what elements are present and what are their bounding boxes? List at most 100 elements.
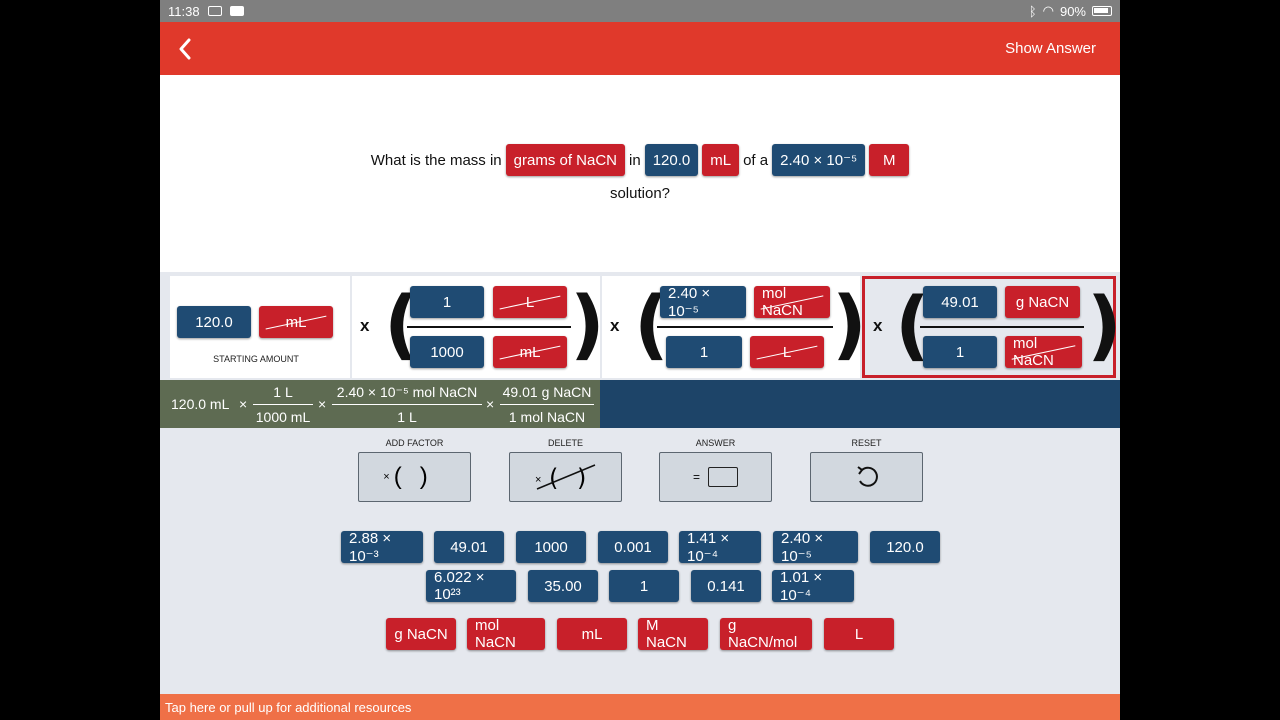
number-chip[interactable]: 1.41 × 10⁻⁴: [679, 530, 761, 565]
number-chip[interactable]: 0.001: [598, 531, 668, 563]
app-header: Show Answer: [160, 22, 1120, 75]
summary-factor-1: 1 L 1000 mL: [253, 382, 313, 427]
summary-times: ×: [486, 396, 495, 412]
battery-icon: [1092, 6, 1112, 16]
factor-2-panel: x ( 2.40 × 10⁻⁵ mol NaCN 1 L ): [602, 276, 867, 378]
close-paren: ): [1087, 280, 1120, 369]
summary-factor-3: 49.01 g NaCN 1 mol NaCN: [500, 382, 594, 427]
toolbar: ADD FACTOR × () DELETE × ( ) ANSWER = RE…: [160, 438, 1120, 508]
number-chip[interactable]: 120.0: [870, 531, 940, 563]
unit-chip[interactable]: g NaCN: [386, 618, 456, 650]
factor-2-num-unit[interactable]: mol NaCN: [754, 285, 830, 319]
number-chip[interactable]: 1000: [516, 531, 586, 563]
starting-amount-panel: 120.0 mL STARTING AMOUNT: [170, 276, 350, 378]
factor-2-num-value[interactable]: 2.40 × 10⁻⁵: [660, 285, 746, 320]
factor-3-den-unit[interactable]: mol NaCN: [1005, 335, 1082, 369]
undo-icon: [856, 466, 878, 487]
summary-f3-num: 49.01 g NaCN: [502, 384, 592, 400]
wifi-icon: ◠: [1042, 3, 1054, 18]
delete-label: DELETE: [547, 438, 583, 448]
expression-summary: 120.0 mL × 1 L 1000 mL × 2.40 × 10⁻⁵ mol…: [160, 380, 600, 428]
expression-summary-bar: 120.0 mL × 1 L 1000 mL × 2.40 × 10⁻⁵ mol…: [160, 380, 1120, 428]
app-screen: 11:38 ᛒ ◠ 90% Show Answer What is the ma…: [160, 0, 1120, 720]
multiply-sign: x: [610, 316, 620, 335]
fraction-bar: [920, 326, 1084, 328]
reset-label: RESET: [851, 438, 882, 448]
number-chip[interactable]: 1: [609, 570, 679, 602]
question-text-line2: solution?: [609, 185, 671, 202]
camera-icon: [229, 6, 244, 16]
factor-1-panel: x ( 1 L 1000 mL ): [352, 276, 605, 378]
bluetooth-icon: ᛒ: [1028, 3, 1037, 19]
question-chip-volume: 120.0: [644, 144, 699, 176]
number-chip[interactable]: 2.40 × 10⁻⁵: [773, 530, 858, 565]
factor-1-num-unit[interactable]: L: [493, 286, 567, 318]
equals-icon: =: [692, 470, 700, 484]
number-chip[interactable]: 2.88 × 10⁻³: [341, 530, 423, 565]
question-area: What is the mass in grams of NaCN in 120…: [160, 75, 1120, 272]
factor-2-den-unit[interactable]: L: [750, 336, 824, 368]
summary-f1-num: 1 L: [273, 384, 293, 400]
answer-label: ANSWER: [695, 438, 736, 448]
factor-3-num-value[interactable]: 49.01: [923, 286, 997, 318]
fraction-bar: [657, 326, 833, 328]
summary-times: ×: [318, 396, 327, 412]
number-chip[interactable]: 1.01 × 10⁻⁴: [772, 569, 854, 604]
factor-1-den-unit[interactable]: mL: [493, 336, 567, 368]
question-chip-molarity-unit: M: [869, 144, 910, 176]
factor-3-den-value[interactable]: 1: [923, 336, 997, 368]
question-text-of: of a: [743, 151, 769, 169]
answer-button[interactable]: =: [659, 452, 772, 502]
starting-unit-chip[interactable]: mL: [259, 306, 333, 338]
svg-text:(: (: [549, 464, 558, 492]
number-chip[interactable]: 49.01: [434, 531, 504, 563]
unit-chip[interactable]: mL: [557, 618, 627, 650]
number-chip[interactable]: 6.022 × 10²³: [426, 569, 516, 603]
question-line: What is the mass in grams of NaCN in 120…: [160, 144, 1120, 176]
reset-button[interactable]: [810, 452, 923, 502]
summary-f2-den: 1 L: [397, 409, 417, 425]
mail-icon: [207, 6, 222, 16]
fraction-bar: [407, 326, 571, 328]
number-chip[interactable]: 0.141: [691, 570, 761, 602]
battery-percent: 90%: [1059, 3, 1086, 19]
starting-value-chip[interactable]: 120.0: [177, 306, 251, 338]
dimensional-analysis-workspace: 120.0 mL STARTING AMOUNT x ( 1 L 1000 mL…: [160, 272, 1120, 380]
question-text-prefix: What is the mass in: [370, 151, 502, 169]
svg-text:): ): [577, 464, 586, 492]
summary-times: ×: [239, 396, 248, 412]
factor-1-num-value[interactable]: 1: [410, 286, 484, 318]
unit-chip[interactable]: M NaCN: [638, 617, 708, 651]
status-bar: 11:38 ᛒ ◠ 90%: [160, 0, 1120, 22]
delete-button[interactable]: × ( ): [509, 452, 622, 502]
factor-3-num-unit[interactable]: g NaCN: [1005, 286, 1080, 318]
multiply-sign: x: [360, 316, 370, 335]
question-chip-volume-unit: mL: [702, 144, 740, 176]
unit-chip[interactable]: L: [824, 618, 894, 650]
close-paren: ): [570, 279, 605, 368]
question-chip-molarity: 2.40 × 10⁻⁵: [772, 144, 866, 176]
back-chevron-icon: [179, 38, 191, 59]
summary-f3-den: 1 mol NaCN: [508, 409, 586, 425]
unit-chip[interactable]: g NaCN/mol: [720, 617, 812, 651]
question-text-in: in: [629, 151, 641, 169]
factor-2-den-value[interactable]: 1: [666, 336, 742, 368]
resources-drawer-handle[interactable]: Tap here or pull up for additional resou…: [160, 694, 1120, 720]
add-factor-label: ADD FACTOR: [385, 438, 444, 448]
starting-amount-label: STARTING AMOUNT: [213, 354, 299, 364]
add-factor-button[interactable]: × (): [358, 452, 471, 502]
question-chip-target-unit: grams of NaCN: [505, 144, 626, 176]
unit-chip[interactable]: mol NaCN: [467, 617, 545, 651]
multiply-sign: x: [873, 316, 883, 335]
number-chip[interactable]: 35.00: [528, 570, 598, 602]
answer-box-icon: [708, 467, 738, 487]
delete-factor-icon: × ( ): [535, 464, 595, 492]
back-button[interactable]: [160, 22, 210, 75]
factor-3-panel-selected[interactable]: x ( 49.01 g NaCN 1 mol NaCN ): [862, 276, 1120, 378]
summary-start: 120.0 mL: [171, 396, 230, 412]
summary-factor-2: 2.40 × 10⁻⁵ mol NaCN 1 L: [332, 382, 482, 427]
parentheses-icon: (): [393, 463, 446, 490]
show-answer-button[interactable]: Show Answer: [1005, 40, 1096, 57]
factor-1-den-value[interactable]: 1000: [410, 336, 484, 368]
clock: 11:38: [168, 3, 200, 19]
